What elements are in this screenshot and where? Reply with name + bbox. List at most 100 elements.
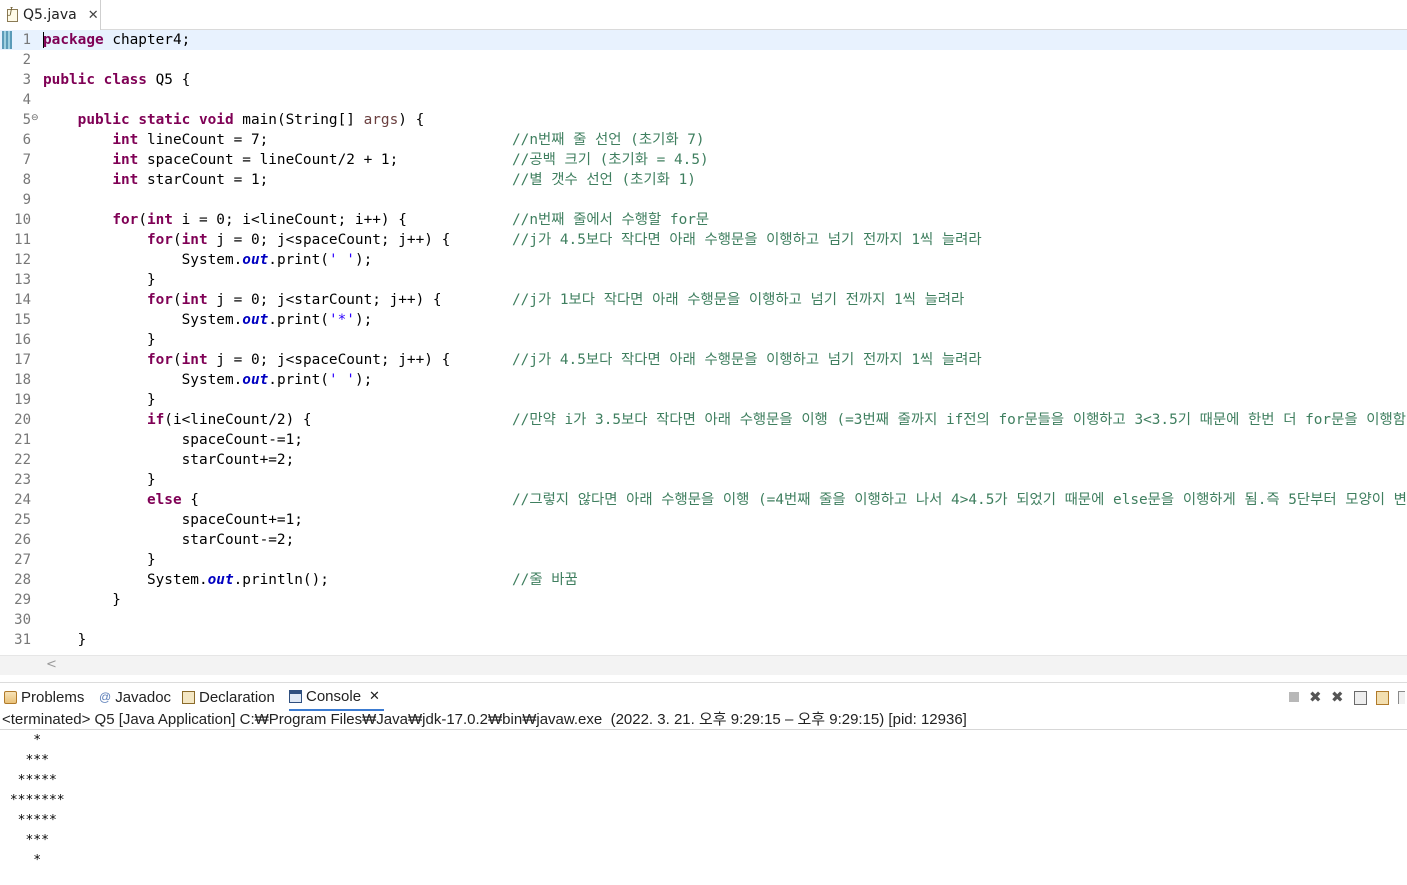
code-line[interactable]: 6 int lineCount = 7; //n번째 줄 선언 (초기화 7) — [0, 130, 1407, 150]
javadoc-icon: @ — [99, 690, 112, 704]
line-number: 19 — [14, 392, 31, 408]
code-text: } — [43, 630, 87, 650]
code-line[interactable]: 21 spaceCount-=1; — [0, 430, 1407, 450]
code-line[interactable]: 4 — [0, 90, 1407, 110]
code-text: int spaceCount = lineCount/2 + 1; — [43, 150, 398, 170]
code-line[interactable]: 23 } — [0, 470, 1407, 490]
code-line[interactable]: 8 int starCount = 1; //별 갯수 선언 (초기화 1) — [0, 170, 1407, 190]
code-line[interactable]: 14 for(int j = 0; j<starCount; j++) {//j… — [0, 290, 1407, 310]
pin-console-icon[interactable] — [1397, 690, 1405, 704]
line-number: 23 — [14, 472, 31, 488]
code-line[interactable]: 13 } — [0, 270, 1407, 290]
scroll-lock-icon[interactable] — [1353, 690, 1367, 705]
remove-all-terminated-icon[interactable]: ✖ — [1331, 690, 1345, 705]
code-token: int — [181, 232, 208, 248]
tab-javadoc[interactable]: @ Javadoc — [99, 683, 171, 711]
code-line[interactable]: 5 ⊖ public static void main(String[] args… — [0, 110, 1407, 130]
code-comment: //공백 크기 (초기화 = 4.5) — [512, 152, 709, 168]
code-line[interactable]: 12 System.out.print(' '); — [0, 250, 1407, 270]
code-token: for — [146, 232, 173, 248]
tab-problems[interactable]: Problems — [4, 683, 84, 711]
code-token: if — [146, 412, 165, 428]
code-token: for — [112, 212, 139, 228]
line-number: 7 — [22, 152, 31, 168]
code-token: j = 0; j<starCount; j++) { — [207, 292, 442, 308]
code-line[interactable]: 18 System.out.print(' '); — [0, 370, 1407, 390]
code-token: i = 0; i<lineCount; i++) { — [172, 212, 407, 228]
code-comment: //j가 4.5보다 작다면 아래 수행문을 이행하고 넘기 전까지 1씩 늘려… — [512, 352, 982, 368]
editor-horizontal-scrollbar[interactable]: < — [0, 655, 1407, 675]
code-line[interactable]: 19 } — [0, 390, 1407, 410]
line-number: 20 — [14, 412, 31, 428]
code-token: main(String[] — [233, 112, 364, 128]
code-text: else { — [43, 490, 199, 510]
code-token: ); — [354, 252, 373, 268]
editor-tab-q5-java[interactable]: Q5.java ✕ — [0, 0, 101, 30]
code-token: } — [43, 472, 156, 488]
close-icon[interactable]: ✕ — [88, 8, 99, 23]
code-comment: //j가 4.5보다 작다면 아래 수행문을 이행하고 넘기 전까지 1씩 늘려… — [512, 232, 982, 248]
line-number: 21 — [14, 432, 31, 448]
code-line[interactable]: 20 if(i<lineCount/2) {//만약 i가 3.5보다 작다면 … — [0, 410, 1407, 430]
code-text: System.out.print(' '); — [43, 250, 373, 270]
line-number: 24 — [14, 492, 31, 508]
code-line[interactable]: 28 System.out.println(); //줄 바꿈 — [0, 570, 1407, 590]
code-token: } — [43, 392, 156, 408]
code-line[interactable]: 9 — [0, 190, 1407, 210]
code-line[interactable]: 29 } — [0, 590, 1407, 610]
code-line[interactable]: 3 public class Q5 { — [0, 70, 1407, 90]
code-line[interactable]: 30 — [0, 610, 1407, 630]
tab-console[interactable]: Console ✕ — [289, 683, 384, 711]
code-token: chapter4; — [103, 32, 191, 48]
code-line[interactable]: 16 } — [0, 330, 1407, 350]
line-number: 30 — [14, 612, 31, 628]
line-number: 18 — [14, 372, 31, 388]
code-line[interactable]: 7 int spaceCount = lineCount/2 + 1; //공백 … — [0, 150, 1407, 170]
code-token: j = 0; j<spaceCount; j++) { — [207, 352, 451, 368]
line-number: 5 — [22, 112, 31, 128]
console-output[interactable]: * *** ***** ******* ***** *** * — [0, 731, 1407, 885]
line-number: 1 — [22, 32, 31, 48]
code-line[interactable]: 31 } — [0, 630, 1407, 650]
code-token: public — [77, 112, 130, 128]
code-token: starCount+=2; — [43, 452, 295, 468]
code-line[interactable]: 11 for(int j = 0; j<spaceCount; j++) {//… — [0, 230, 1407, 250]
code-line[interactable]: 27 } — [0, 550, 1407, 570]
code-token: out — [242, 372, 269, 388]
code-line[interactable]: 2 — [0, 50, 1407, 70]
code-token: } — [43, 632, 87, 648]
code-token: .print( — [268, 252, 329, 268]
code-line[interactable]: 25 spaceCount+=1; — [0, 510, 1407, 530]
console-output-line: ***** — [2, 813, 57, 828]
code-token: static — [138, 112, 191, 128]
code-line[interactable]: 17 for(int j = 0; j<spaceCount; j++) {//… — [0, 350, 1407, 370]
code-line[interactable]: 22 starCount+=2; — [0, 450, 1407, 470]
code-line[interactable]: 15 System.out.print('*'); — [0, 310, 1407, 330]
console-output-line: ***** — [2, 773, 57, 788]
code-text: for(int j = 0; j<spaceCount; j++) { — [43, 350, 450, 370]
close-icon[interactable]: ✕ — [369, 688, 380, 704]
word-wrap-icon[interactable] — [1375, 690, 1389, 705]
remove-launch-icon[interactable]: ✖ — [1309, 690, 1323, 705]
code-line[interactable]: 24 else {//그렇지 않다면 아래 수행문을 이행 (=4번째 줄을 이… — [0, 490, 1407, 510]
code-text: int starCount = 1; — [43, 170, 268, 190]
scroll-left-icon[interactable]: < — [46, 656, 57, 674]
code-token: System. — [43, 312, 243, 328]
line-number: 10 — [14, 212, 31, 228]
code-token: int — [112, 132, 139, 148]
editor-tab-label: Q5.java — [23, 7, 77, 23]
code-line[interactable]: 1 package chapter4; — [0, 30, 1407, 50]
code-token: public — [43, 72, 95, 88]
code-line[interactable]: 10 for(int i = 0; i<lineCount; i++) {//n… — [0, 210, 1407, 230]
tab-declaration[interactable]: Declaration — [182, 683, 275, 711]
code-editor[interactable]: 1 package chapter4; 2 3 public class Q5 {4 5 ⊖… — [0, 30, 1407, 655]
code-text: public static void main(String[] args) { — [43, 110, 425, 130]
code-token: ( — [172, 292, 182, 308]
line-number: 16 — [14, 332, 31, 348]
terminate-icon[interactable] — [1287, 690, 1301, 704]
fold-toggle-icon[interactable]: ⊖ — [31, 110, 39, 126]
line-number: 12 — [14, 252, 31, 268]
code-line[interactable]: 26 starCount-=2; — [0, 530, 1407, 550]
